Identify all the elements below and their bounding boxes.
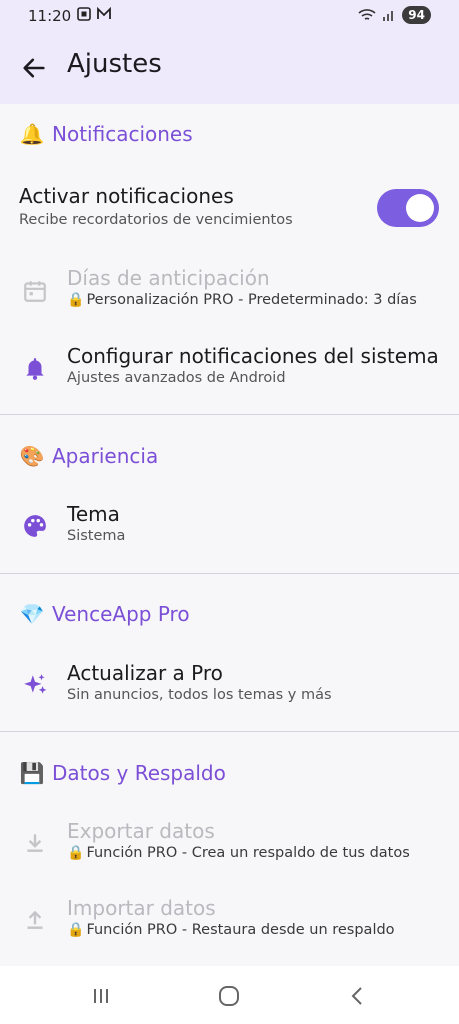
section-title: Datos y Respaldo (52, 761, 226, 785)
setting-anticipation-days[interactable]: Días de anticipación 🔒 Personalización PR… (0, 262, 459, 318)
calendar-icon (24, 281, 46, 302)
app-bar: Ajustes (0, 32, 459, 104)
lock-icon: 🔒 (67, 292, 85, 308)
setting-title: Actualizar a Pro (67, 661, 223, 685)
upload-icon (27, 910, 43, 929)
screenshot-icon (77, 7, 91, 21)
section-header-appearance: 🎨 Apariencia (18, 441, 159, 471)
lock-icon: 🔒 (67, 845, 85, 861)
section-title: Apariencia (52, 444, 159, 468)
setting-upgrade-pro[interactable]: Actualizar a Pro Sin anuncios, todos los… (0, 657, 459, 713)
lock-icon: 🔒 (67, 922, 85, 938)
setting-subtitle: Sin anuncios, todos los temas y más (67, 687, 332, 703)
setting-export-data[interactable]: Exportar datos 🔒 Función PRO - Crea un re… (0, 815, 459, 871)
status-time: 11:20 (28, 7, 72, 25)
back-arrow-icon[interactable] (20, 54, 48, 82)
setting-system-notifications[interactable]: Configurar notificaciones del sistema Aj… (0, 340, 459, 396)
page-title: Ajustes (67, 49, 162, 79)
setting-subtitle: 🔒 Función PRO - Restaura desde un respald… (67, 922, 395, 938)
setting-theme[interactable]: Tema Sistema (0, 498, 459, 554)
palette-icon (24, 515, 46, 537)
divider (0, 573, 459, 574)
status-system-icons: 94 (358, 6, 431, 24)
section-title: Notificaciones (52, 122, 193, 146)
recent-apps-icon[interactable] (89, 984, 113, 1008)
palette-emoji-icon: 🎨 (19, 444, 45, 468)
setting-subtitle: Sistema (67, 528, 126, 544)
toggle-knob (406, 194, 434, 222)
mail-icon (97, 6, 111, 19)
sparkles-icon (24, 674, 47, 694)
section-header-notifications: 🔔 Notificaciones (18, 119, 193, 149)
floppy-disk-emoji-icon: 💾 (19, 761, 45, 785)
section-title: VenceApp Pro (52, 602, 190, 626)
home-icon[interactable] (217, 984, 241, 1008)
status-bar: 11:20 94 (0, 0, 459, 32)
bell-emoji-icon: 🔔 (19, 122, 45, 146)
signal-icon (383, 11, 394, 21)
setting-import-data[interactable]: Importar datos 🔒 Función PRO - Restaura d… (0, 892, 459, 948)
status-notification-icons (76, 6, 112, 22)
section-header-pro: 💎 VenceApp Pro (18, 599, 190, 629)
setting-title: Exportar datos (67, 819, 215, 843)
notifications-toggle[interactable] (377, 189, 439, 227)
setting-title: Activar notificaciones (19, 184, 234, 208)
divider (0, 731, 459, 732)
battery-level: 94 (402, 6, 431, 24)
bell-icon (26, 358, 44, 380)
setting-title: Configurar notificaciones del sistema (67, 344, 439, 368)
wifi-icon (358, 9, 376, 20)
section-header-data: 💾 Datos y Respaldo (18, 758, 226, 788)
back-nav-icon[interactable] (346, 984, 370, 1008)
setting-subtitle: Ajustes avanzados de Android (67, 370, 286, 386)
setting-subtitle: Recibe recordatorios de vencimientos (19, 212, 293, 228)
divider (0, 414, 459, 415)
setting-title: Tema (67, 502, 120, 526)
setting-title: Días de anticipación (67, 266, 270, 290)
setting-title: Importar datos (67, 896, 216, 920)
gem-emoji-icon: 💎 (19, 602, 45, 626)
setting-subtitle: 🔒 Personalización PRO - Predeterminado: 3… (67, 292, 417, 308)
setting-subtitle: 🔒 Función PRO - Crea un respaldo de tus d… (67, 845, 410, 861)
system-navigation-bar (0, 966, 459, 1024)
download-icon (27, 834, 43, 852)
